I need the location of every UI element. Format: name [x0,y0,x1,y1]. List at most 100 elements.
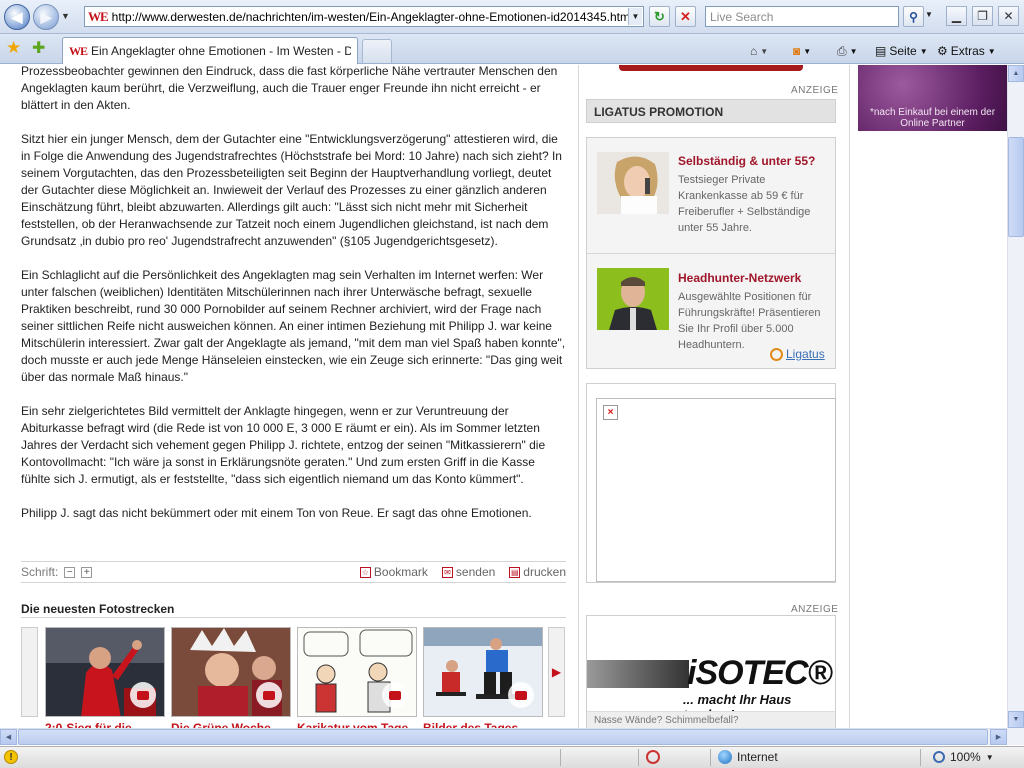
scrollbar-corner [1007,728,1024,745]
isotec-ad[interactable]: iSOTEC® ... macht Ihr Haus trocken! Nass… [586,615,836,730]
video-play-icon [508,682,534,708]
article-paragraph: Philipp J. sagt das nicht bekümmert oder… [21,506,532,520]
send-link[interactable]: ✉ senden [441,565,495,579]
font-increase-button[interactable]: + [81,566,93,578]
horizontal-scrollbar[interactable]: ◀ ▶ [0,728,1007,745]
home-button[interactable]: ⌂ ▼ [750,44,768,58]
gallery-next-button[interactable]: ▶ [548,627,565,717]
printer-icon: ⎙ [837,44,847,58]
url-text[interactable]: http://www.derwesten.de/nachrichten/im-w… [112,10,628,24]
search-button[interactable]: ⚲ [903,6,924,27]
page-menu[interactable]: ▤ Seite ▼ [875,44,928,58]
ad-photo [597,268,669,330]
article-tools: Schrift: − + ☆ Bookmark ✉ senden ▤ drucken [21,561,566,583]
red-banner-edge[interactable] [619,65,803,71]
gear-icon: ⚙ [937,44,948,58]
address-toolbar: ◀ ▶ ▼ WE http://www.derwesten.de/nachric… [0,0,1024,34]
article-paragraph: Sitzt hier ein junger Mensch, dem der Gu… [21,132,562,248]
minimize-button[interactable]: ▁ [946,6,967,26]
security-zone[interactable]: Internet [718,750,778,764]
divider [849,65,850,730]
address-field[interactable]: WE http://www.derwesten.de/nachrichten/i… [84,6,644,27]
gallery-thumb-soccer[interactable] [45,627,165,717]
rss-icon: ◙ [793,44,801,58]
search-icon: ⚲ [909,9,918,24]
tab-active[interactable]: WE Ein Angeklagter ohne Emotionen - Im W… [62,37,358,64]
gallery-heading: Die neuesten Fotostrecken [21,602,175,616]
refresh-icon: ↻ [654,8,665,24]
divider [560,749,561,766]
ligatus-ad-text: Testsieger Private Krankenkasse ab 59 € … [678,174,811,234]
article-body: Prozessbeobachter gewinnen den Eindruck,… [21,65,566,539]
back-button[interactable]: ◀ [4,4,30,30]
scroll-down-button[interactable]: ▼ [1008,711,1024,728]
article-paragraph: Ein Schlaglicht auf die Persönlichkeit d… [21,268,566,384]
divider [920,749,921,766]
refresh-button[interactable]: ↻ [649,6,670,27]
stop-button[interactable]: ✕ [675,6,696,27]
zoom-icon [933,751,945,763]
print-link[interactable]: ▤ drucken [509,565,566,579]
popup-blocked-icon[interactable] [646,750,660,764]
article-paragraph: Ein sehr zielgerichtetes Bild vermittelt… [21,404,546,486]
add-favorite-icon[interactable]: ✚ [32,38,45,58]
vertical-scroll-thumb[interactable] [1008,137,1024,237]
search-options-dropdown[interactable]: ▼ [925,10,933,19]
ad-label: ANZEIGE [791,85,839,96]
divider [638,749,639,766]
arrow-left-icon: ◀ [11,8,23,25]
scroll-left-button[interactable]: ◀ [0,729,17,745]
scroll-right-button[interactable]: ▶ [990,729,1007,745]
gallery-thumb-green-week[interactable] [171,627,291,717]
print-button[interactable]: ⎙ ▼ [837,44,858,59]
address-dropdown-button[interactable]: ▼ [628,8,642,25]
ligatus-logo-icon [770,347,783,361]
extras-menu[interactable]: ⚙ Extras ▼ [937,44,996,58]
ad-photo [597,152,669,214]
ligatus-ad-title[interactable]: Selbständig & unter 55? [678,154,815,168]
mail-icon: ✉ [441,566,453,578]
home-icon: ⌂ [750,44,758,58]
new-tab-button[interactable] [362,39,392,63]
isotec-logo: iSOTEC® [687,654,833,692]
partner-ad-banner[interactable]: *nach Einkauf bei einem der Online Partn… [858,65,1007,131]
search-input[interactable]: Live Search [705,6,899,27]
favorites-star-icon[interactable]: ★ [6,38,21,58]
horizontal-scroll-thumb[interactable] [18,729,988,745]
font-size-label: Schrift: [21,565,59,579]
scroll-up-button[interactable]: ▲ [1008,65,1024,82]
history-dropdown[interactable]: ▼ [61,11,70,21]
ligatus-ad-item[interactable]: Selbständig & unter 55? Testsieger Priva… [587,138,835,254]
arrow-right-icon: ▶ [40,8,52,25]
zoom-level: 100% [950,750,981,764]
divider [578,65,579,730]
vertical-scrollbar[interactable]: ▲ ▼ [1007,65,1024,728]
bookmark-link[interactable]: ☆ Bookmark [359,565,428,579]
font-decrease-button[interactable]: − [64,566,76,578]
zoom-control[interactable]: 100% ▼ [933,750,994,764]
maximize-button[interactable]: ❐ [972,6,993,26]
ligatus-brand-link[interactable]: Ligatus [770,347,825,361]
warning-icon[interactable]: ! [4,750,18,764]
status-bar: ! Internet 100% ▼ [0,746,1024,768]
ad-iframe[interactable] [596,398,836,582]
globe-icon [718,750,732,764]
gallery-prev-button[interactable] [21,627,38,717]
ligatus-ad-title[interactable]: Headhunter-Netzwerk [678,271,801,285]
forward-button[interactable]: ▶ [33,4,59,30]
isotec-graphic-bar [587,660,689,688]
feeds-button[interactable]: ◙ ▼ [793,44,811,58]
ligatus-box: Selbständig & unter 55? Testsieger Priva… [586,137,836,369]
site-favicon: WE [88,8,109,24]
tab-bar: ★ ✚ WE Ein Angeklagter ohne Emotionen - … [0,34,1024,64]
arrow-right-icon: ▶ [551,665,562,679]
tab-favicon: WE [69,43,88,58]
stop-icon: ✕ [680,8,691,24]
gallery-thumb-cartoon[interactable] [297,627,417,717]
divider [710,749,711,766]
isotec-question: Nasse Wände? Schimmelbefall? [594,715,739,726]
video-play-icon [256,682,282,708]
gallery-thumb-pictures[interactable] [423,627,543,717]
zone-label: Internet [737,750,778,764]
close-window-button[interactable]: ✕ [998,6,1019,26]
